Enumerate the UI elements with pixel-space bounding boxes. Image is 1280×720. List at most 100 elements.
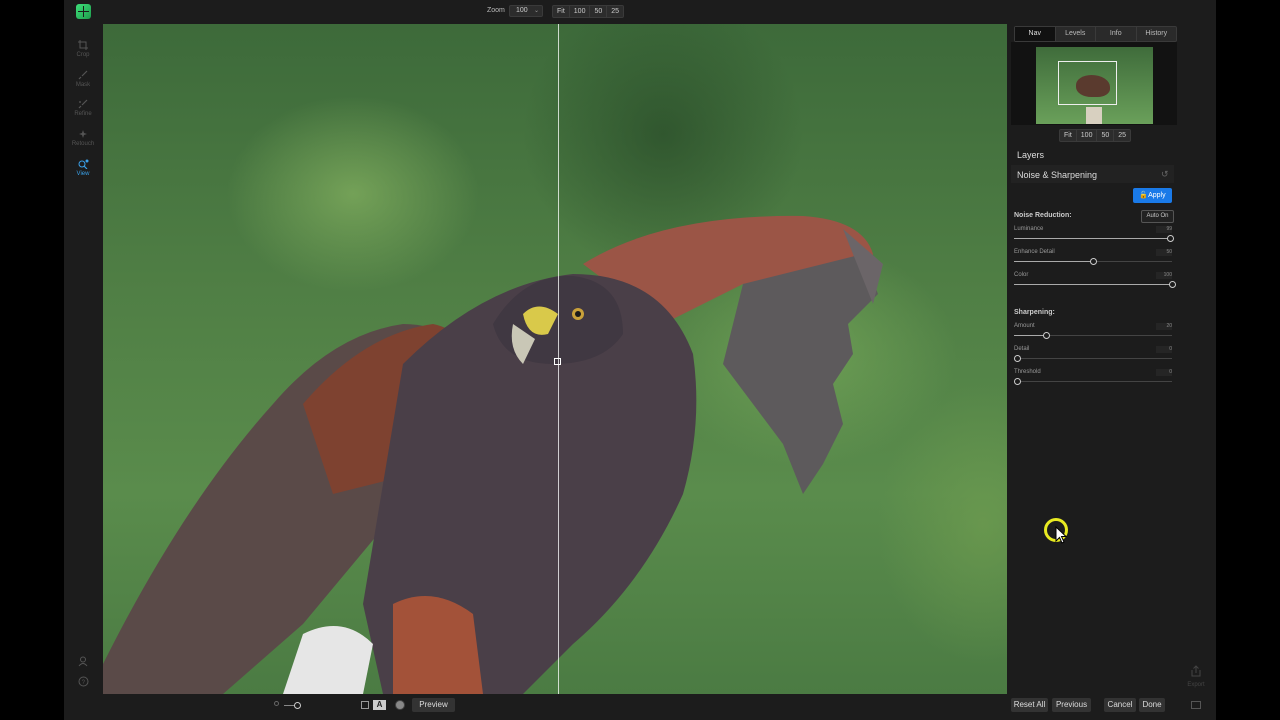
brush-icon (78, 70, 88, 80)
tab-levels[interactable]: Levels (1056, 27, 1096, 41)
tool-crop-label: Crop (76, 52, 90, 58)
refine-brush-icon (78, 99, 88, 109)
tool-refine[interactable]: Refine (64, 99, 102, 117)
slider-track[interactable] (1014, 381, 1172, 382)
done-button[interactable]: Done (1139, 698, 1165, 712)
slider-value[interactable]: 99 (1156, 226, 1172, 233)
zoom-slider-knob[interactable] (294, 702, 301, 709)
zoom-50-button[interactable]: 50 (590, 6, 608, 17)
slider-knob[interactable] (1167, 235, 1174, 242)
help-icon[interactable]: ? (78, 676, 89, 687)
nav-zoom-25-button[interactable]: 25 (1114, 130, 1130, 141)
export-control[interactable]: Export (1181, 664, 1211, 688)
tool-view-label: View (76, 171, 90, 177)
zoom-select[interactable]: 100 ⌄ (509, 5, 543, 17)
nav-zoom-50-button[interactable]: 50 (1097, 130, 1115, 141)
slider-detail[interactable]: Detail 0 (1014, 346, 1172, 364)
panel-toggle-icon[interactable] (1191, 701, 1201, 709)
slider-knob[interactable] (1014, 378, 1021, 385)
slider-value[interactable]: 20 (1156, 323, 1172, 330)
slider-color[interactable]: Color 100 (1014, 272, 1176, 290)
svg-text:?: ? (82, 680, 86, 686)
navigator (1011, 42, 1177, 125)
zoom-fit-button[interactable]: Fit (553, 6, 570, 17)
account-icon[interactable] (78, 656, 89, 667)
unlock-icon: 🔓 (1139, 192, 1149, 199)
slider-knob[interactable] (1090, 258, 1097, 265)
slider-label: Amount (1014, 323, 1035, 329)
slider-label: Enhance Detail (1014, 249, 1055, 255)
sharpening-title: Sharpening: (1014, 309, 1055, 316)
apply-label: Apply (1148, 192, 1166, 199)
slider-knob[interactable] (1043, 332, 1050, 339)
split-view-icon[interactable]: A (373, 700, 386, 710)
zoom-value: 100 (516, 7, 528, 14)
compare-split-handle[interactable] (554, 358, 561, 365)
auto-on-button[interactable]: Auto On (1141, 210, 1174, 223)
zoom-presets: Fit 100 50 25 (552, 5, 625, 18)
layers-heading: Layers (1017, 150, 1045, 160)
single-view-icon[interactable] (361, 701, 369, 709)
slider-value[interactable]: 50 (1156, 249, 1172, 256)
slider-fill (1014, 238, 1170, 239)
navigator-thumbnail[interactable] (1036, 47, 1153, 124)
tool-refine-label: Refine (74, 111, 92, 117)
slider-label: Luminance (1014, 226, 1044, 232)
slider-value[interactable]: 100 (1156, 272, 1172, 279)
thumbnail-perch (1086, 107, 1102, 124)
zoom-100-button[interactable]: 100 (570, 6, 591, 17)
section-title: Noise & Sharpening (1017, 170, 1098, 180)
preview-button[interactable]: Preview (412, 698, 455, 712)
pointer-cursor-icon (1055, 526, 1068, 544)
export-icon (1191, 665, 1201, 677)
photo-canvas[interactable] (103, 24, 1007, 694)
zoom-out-icon[interactable] (274, 701, 279, 706)
tool-retouch-label: Retouch (71, 141, 95, 147)
tool-retouch[interactable]: Retouch (64, 129, 102, 147)
tool-mask[interactable]: Mask (64, 70, 102, 88)
retouch-icon (79, 130, 87, 138)
slider-label: Detail (1014, 346, 1030, 352)
slider-label: Color (1014, 272, 1029, 278)
slider-value[interactable]: 0 (1156, 369, 1172, 376)
tool-crop[interactable]: Crop (64, 40, 102, 58)
tab-info[interactable]: Info (1096, 27, 1137, 41)
tab-nav[interactable]: Nav (1015, 27, 1056, 41)
slider-fill (1014, 335, 1046, 336)
tool-mask-label: Mask (75, 82, 91, 88)
navigator-view-frame[interactable] (1058, 61, 1117, 105)
background-color-icon[interactable] (395, 700, 405, 710)
reset-icon[interactable]: ↺ (1161, 169, 1169, 180)
reset-all-button[interactable]: Reset All (1011, 698, 1048, 712)
slider-value[interactable]: 0 (1156, 346, 1172, 353)
tool-view[interactable]: View (64, 159, 102, 177)
app-logo-icon (76, 4, 91, 19)
nav-zoom-presets: Fit 100 50 25 (1059, 129, 1132, 142)
slider-fill (1014, 261, 1093, 262)
slider-track[interactable] (1014, 358, 1172, 359)
noise-sharpening-header[interactable]: Noise & Sharpening ↺ (1011, 165, 1174, 183)
top-bar: Zoom 100 ⌄ Fit 100 50 25 (64, 0, 1216, 23)
slider-amount[interactable]: Amount 20 (1014, 323, 1172, 341)
nav-zoom-fit-button[interactable]: Fit (1060, 130, 1077, 141)
zoom-label: Zoom (487, 7, 505, 14)
slider-threshold[interactable]: Threshold 0 (1014, 369, 1172, 387)
slider-knob[interactable] (1169, 281, 1176, 288)
slider-luminance[interactable]: Luminance 99 (1014, 226, 1174, 244)
slider-label: Threshold (1014, 369, 1041, 375)
noise-reduction-title: Noise Reduction: (1014, 212, 1072, 219)
tab-history[interactable]: History (1137, 27, 1177, 41)
crop-icon (78, 40, 88, 50)
panel-tabs: Nav Levels Info History (1014, 26, 1177, 42)
nav-zoom-100-button[interactable]: 100 (1077, 130, 1098, 141)
previous-button[interactable]: Previous (1052, 698, 1091, 712)
tool-sidebar: Crop Mask Refine Retouch View (64, 24, 102, 694)
apply-button[interactable]: 🔓Apply (1133, 188, 1172, 203)
zoom-25-button[interactable]: 25 (607, 6, 623, 17)
export-label: Export (1187, 682, 1205, 688)
right-panel: Nav Levels Info History Fit 100 50 25 La… (1008, 24, 1216, 720)
chevron-down-icon: ⌄ (533, 8, 539, 14)
slider-knob[interactable] (1014, 355, 1021, 362)
cancel-button[interactable]: Cancel (1104, 698, 1136, 712)
slider-enhance-detail[interactable]: Enhance Detail 50 (1014, 249, 1172, 267)
